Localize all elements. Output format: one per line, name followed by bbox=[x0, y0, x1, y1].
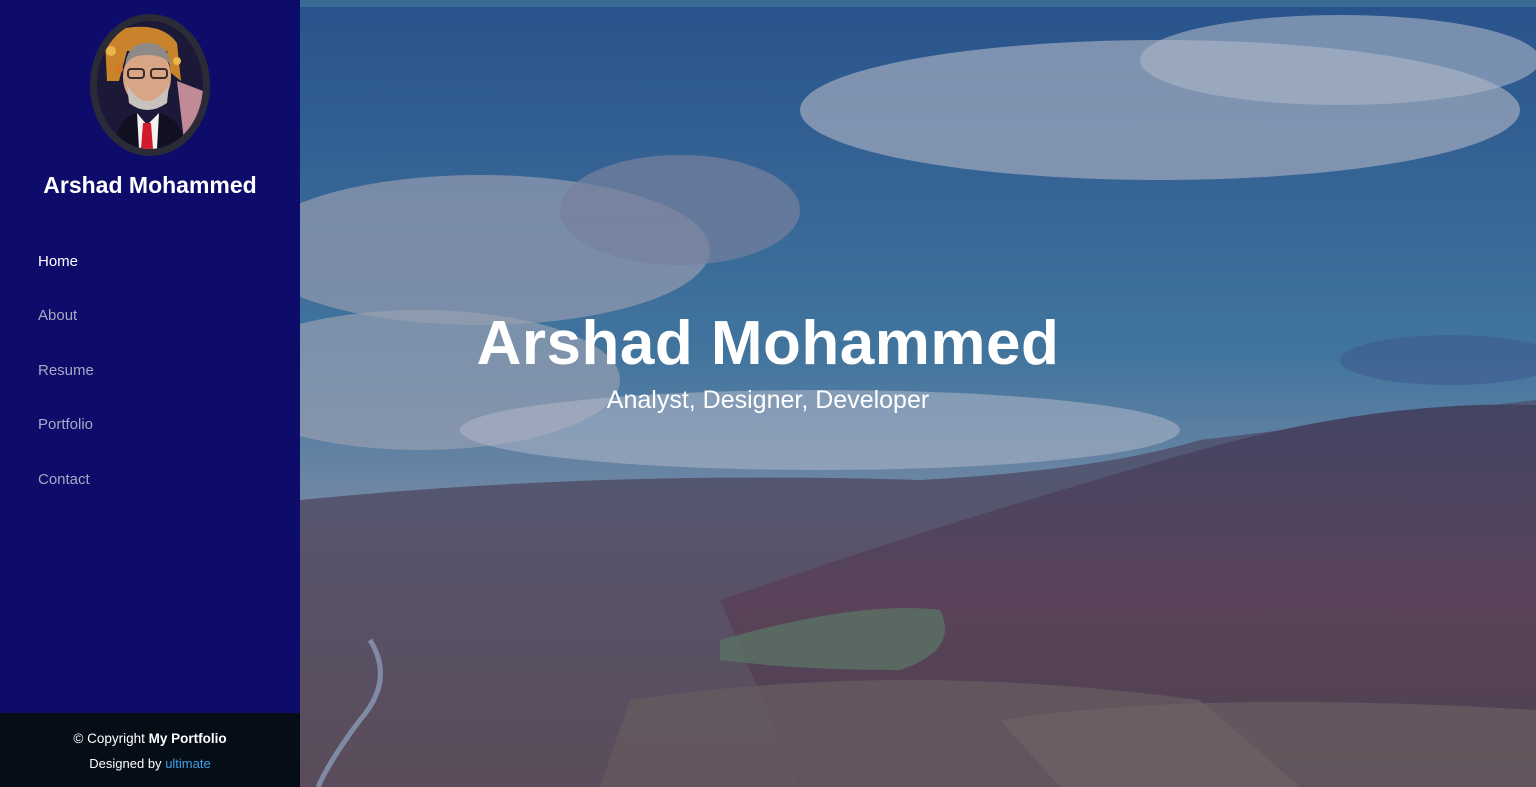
nav-link-home[interactable]: Home bbox=[38, 253, 78, 270]
nav-link-resume[interactable]: Resume bbox=[38, 362, 94, 379]
profile-avatar bbox=[90, 14, 210, 156]
nav-link-about[interactable]: About bbox=[38, 307, 77, 324]
copyright-line: © Copyright My Portfolio bbox=[0, 731, 300, 746]
nav-link-contact[interactable]: Contact bbox=[38, 471, 90, 488]
sidebar-nav: Home About Resume Portfolio Contact bbox=[38, 234, 94, 507]
hero-subtitle: Analyst, Designer, Developer bbox=[606, 386, 930, 414]
profile-name: Arshad Mohammed bbox=[43, 172, 257, 198]
hero-top-border bbox=[300, 0, 1536, 7]
sidebar-footer: © Copyright My Portfolio Designed by ult… bbox=[0, 713, 300, 787]
nav-item-portfolio: Portfolio bbox=[38, 398, 94, 453]
nav-link-portfolio[interactable]: Portfolio bbox=[38, 416, 93, 433]
nav-item-about: About bbox=[38, 289, 94, 344]
hero-section: Arshad Mohammed Analyst, Designer, Devel… bbox=[300, 0, 1536, 787]
designed-by-prefix: Designed by bbox=[89, 756, 162, 771]
hero-title: Arshad Mohammed bbox=[476, 309, 1060, 378]
designed-by-line: Designed by ultimate bbox=[0, 756, 300, 771]
nav-item-contact: Contact bbox=[38, 452, 94, 507]
nav-item-home: Home bbox=[38, 234, 94, 289]
sidebar: Arshad Mohammed Home About Resume Portfo… bbox=[0, 0, 300, 787]
nav-item-resume: Resume bbox=[38, 343, 94, 398]
copyright-prefix: © Copyright bbox=[73, 731, 145, 746]
designer-link[interactable]: ultimate bbox=[165, 756, 211, 771]
copyright-site: My Portfolio bbox=[148, 731, 227, 746]
